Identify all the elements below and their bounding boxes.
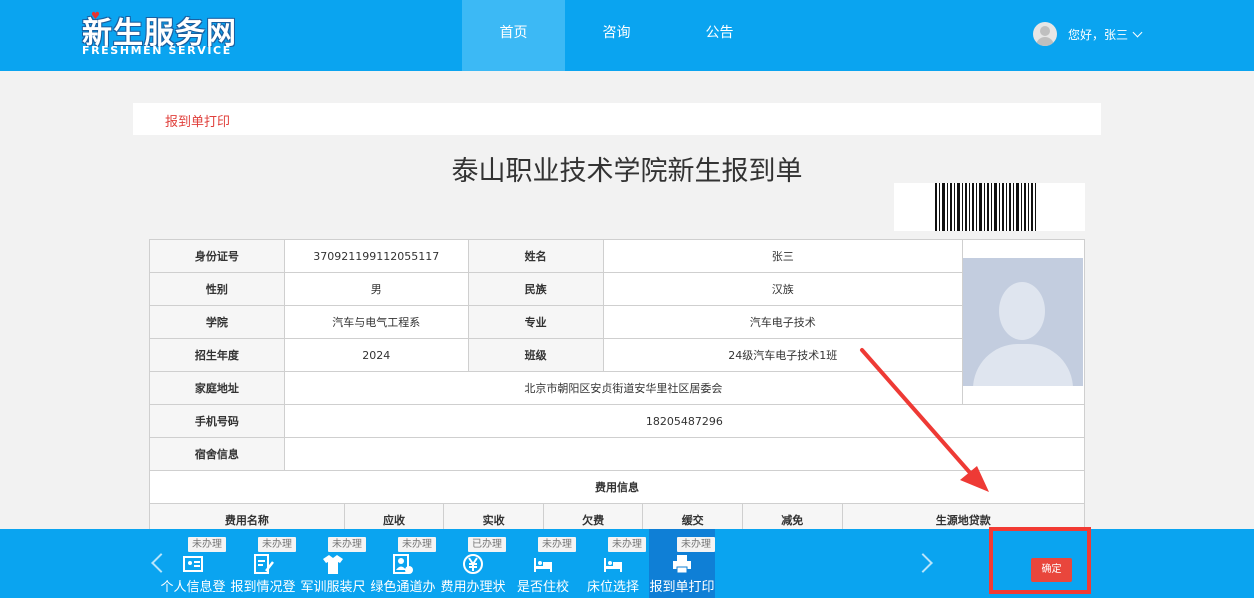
step-fee-status[interactable]: 已办理 费用办理状 (440, 529, 506, 598)
table-row: 宿舍信息 (149, 437, 1086, 471)
dorm-label: 宿舍信息 (149, 437, 285, 471)
step-label: 是否住校 (516, 580, 569, 595)
chevron-down-icon (1132, 27, 1143, 37)
user-greeting: 您好，张三 (1068, 27, 1129, 42)
class-label: 班级 (467, 338, 604, 372)
id-label: 身份证号 (149, 239, 285, 273)
step-label: 个人信息登 (160, 580, 226, 595)
nav-notice[interactable]: 公告 (668, 0, 771, 71)
person-card-icon (393, 554, 413, 574)
step-arrival-register[interactable]: 未办理 报到情况登 (230, 529, 296, 598)
status-badge: 未办理 (677, 537, 715, 552)
barcode-icon (935, 183, 1036, 231)
step-print-form[interactable]: 未办理 报到单打印 (649, 529, 715, 598)
ethnicity-label: 民族 (467, 272, 604, 306)
table-row: 身份证号 370921199112055117 姓名 张三 (149, 239, 1086, 405)
step-label: 床位选择 (586, 580, 639, 595)
address-label: 家庭地址 (149, 371, 285, 405)
table-row: 招生年度 2024 班级 24级汽车电子技术1班 (149, 338, 1085, 372)
year-value: 2024 (283, 338, 469, 372)
site-logo[interactable]: 新生服务网 ♥ FRESHMEN SERVICE (82, 8, 242, 60)
college-value: 汽车与电气工程系 (283, 305, 469, 339)
table-row: 性别 男 民族 汉族 (149, 272, 1085, 306)
bed-icon (604, 558, 622, 572)
confirm-button[interactable]: 确定 (1031, 558, 1072, 582)
tshirt-icon (323, 555, 343, 574)
name-value: 张三 (602, 239, 963, 273)
step-label: 绿色通道办 (370, 580, 436, 595)
phone-value: 18205487296 (283, 404, 1086, 438)
step-uniform-size[interactable]: 未办理 军训服装尺 (300, 529, 366, 598)
status-badge: 未办理 (258, 537, 296, 552)
status-badge: 未办理 (398, 537, 436, 552)
gender-value: 男 (283, 272, 469, 306)
table-row: 费用信息 (149, 470, 1085, 504)
bed-icon (534, 558, 552, 572)
main-nav: 首页 咨询 公告 (462, 0, 771, 71)
logo-text-en: FRESHMEN SERVICE (82, 44, 232, 57)
step-label: 报到情况登 (230, 580, 296, 595)
barcode (894, 183, 1085, 231)
step-live-on-campus[interactable]: 未办理 是否住校 (510, 529, 576, 598)
college-label: 学院 (149, 305, 285, 339)
gender-label: 性别 (149, 272, 285, 306)
next-arrow-icon[interactable] (913, 553, 933, 573)
nav-home[interactable]: 首页 (462, 0, 565, 71)
heart-icon: ♥ (91, 11, 100, 22)
avatar (1033, 22, 1057, 46)
top-header: 新生服务网 ♥ FRESHMEN SERVICE 首页 咨询 公告 您好，张三 (0, 0, 1254, 71)
id-card-icon (183, 556, 203, 572)
table-row: 家庭地址 北京市朝阳区安贞街道安华里社区居委会 (149, 371, 1085, 405)
phone-label: 手机号码 (149, 404, 285, 438)
step-green-channel[interactable]: 未办理 绿色通道办 (370, 529, 436, 598)
student-info-table: 身份证号 370921199112055117 姓名 张三 性别 男 民族 汉族… (149, 239, 1086, 504)
edit-form-icon (254, 554, 274, 574)
status-badge: 未办理 (188, 537, 226, 552)
status-badge: 未办理 (328, 537, 366, 552)
step-label: 军训服装尺 (300, 580, 366, 595)
dorm-value (283, 437, 1086, 471)
status-badge: 未办理 (608, 537, 646, 552)
major-label: 专业 (467, 305, 604, 339)
step-label: 报到单打印 (649, 580, 715, 595)
year-label: 招生年度 (149, 338, 285, 372)
user-menu[interactable]: 您好，张三 (1033, 21, 1143, 47)
fee-section-title: 费用信息 (149, 470, 1085, 504)
step-bed-selection[interactable]: 未办理 床位选择 (580, 529, 646, 598)
name-label: 姓名 (467, 239, 604, 273)
photo-cell (961, 239, 1086, 405)
status-badge: 未办理 (538, 537, 576, 552)
breadcrumb-label: 报到单打印 (165, 115, 231, 130)
step-personal-info[interactable]: 未办理 个人信息登 (160, 529, 226, 598)
ethnicity-value: 汉族 (602, 272, 963, 306)
yuan-coin-icon (463, 554, 483, 574)
nav-consult[interactable]: 咨询 (565, 0, 668, 71)
class-value: 24级汽车电子技术1班 (602, 338, 963, 372)
status-badge: 已办理 (468, 537, 506, 552)
id-value: 370921199112055117 (283, 239, 469, 273)
table-row: 学院 汽车与电气工程系 专业 汽车电子技术 (149, 305, 1085, 339)
major-value: 汽车电子技术 (602, 305, 963, 339)
breadcrumb: 报到单打印 (133, 103, 1101, 135)
printer-icon (673, 555, 691, 574)
table-row: 手机号码 18205487296 (149, 404, 1086, 438)
address-value: 北京市朝阳区安贞街道安华里社区居委会 (283, 371, 963, 405)
step-label: 费用办理状 (440, 580, 506, 595)
student-photo-placeholder (962, 258, 1083, 386)
